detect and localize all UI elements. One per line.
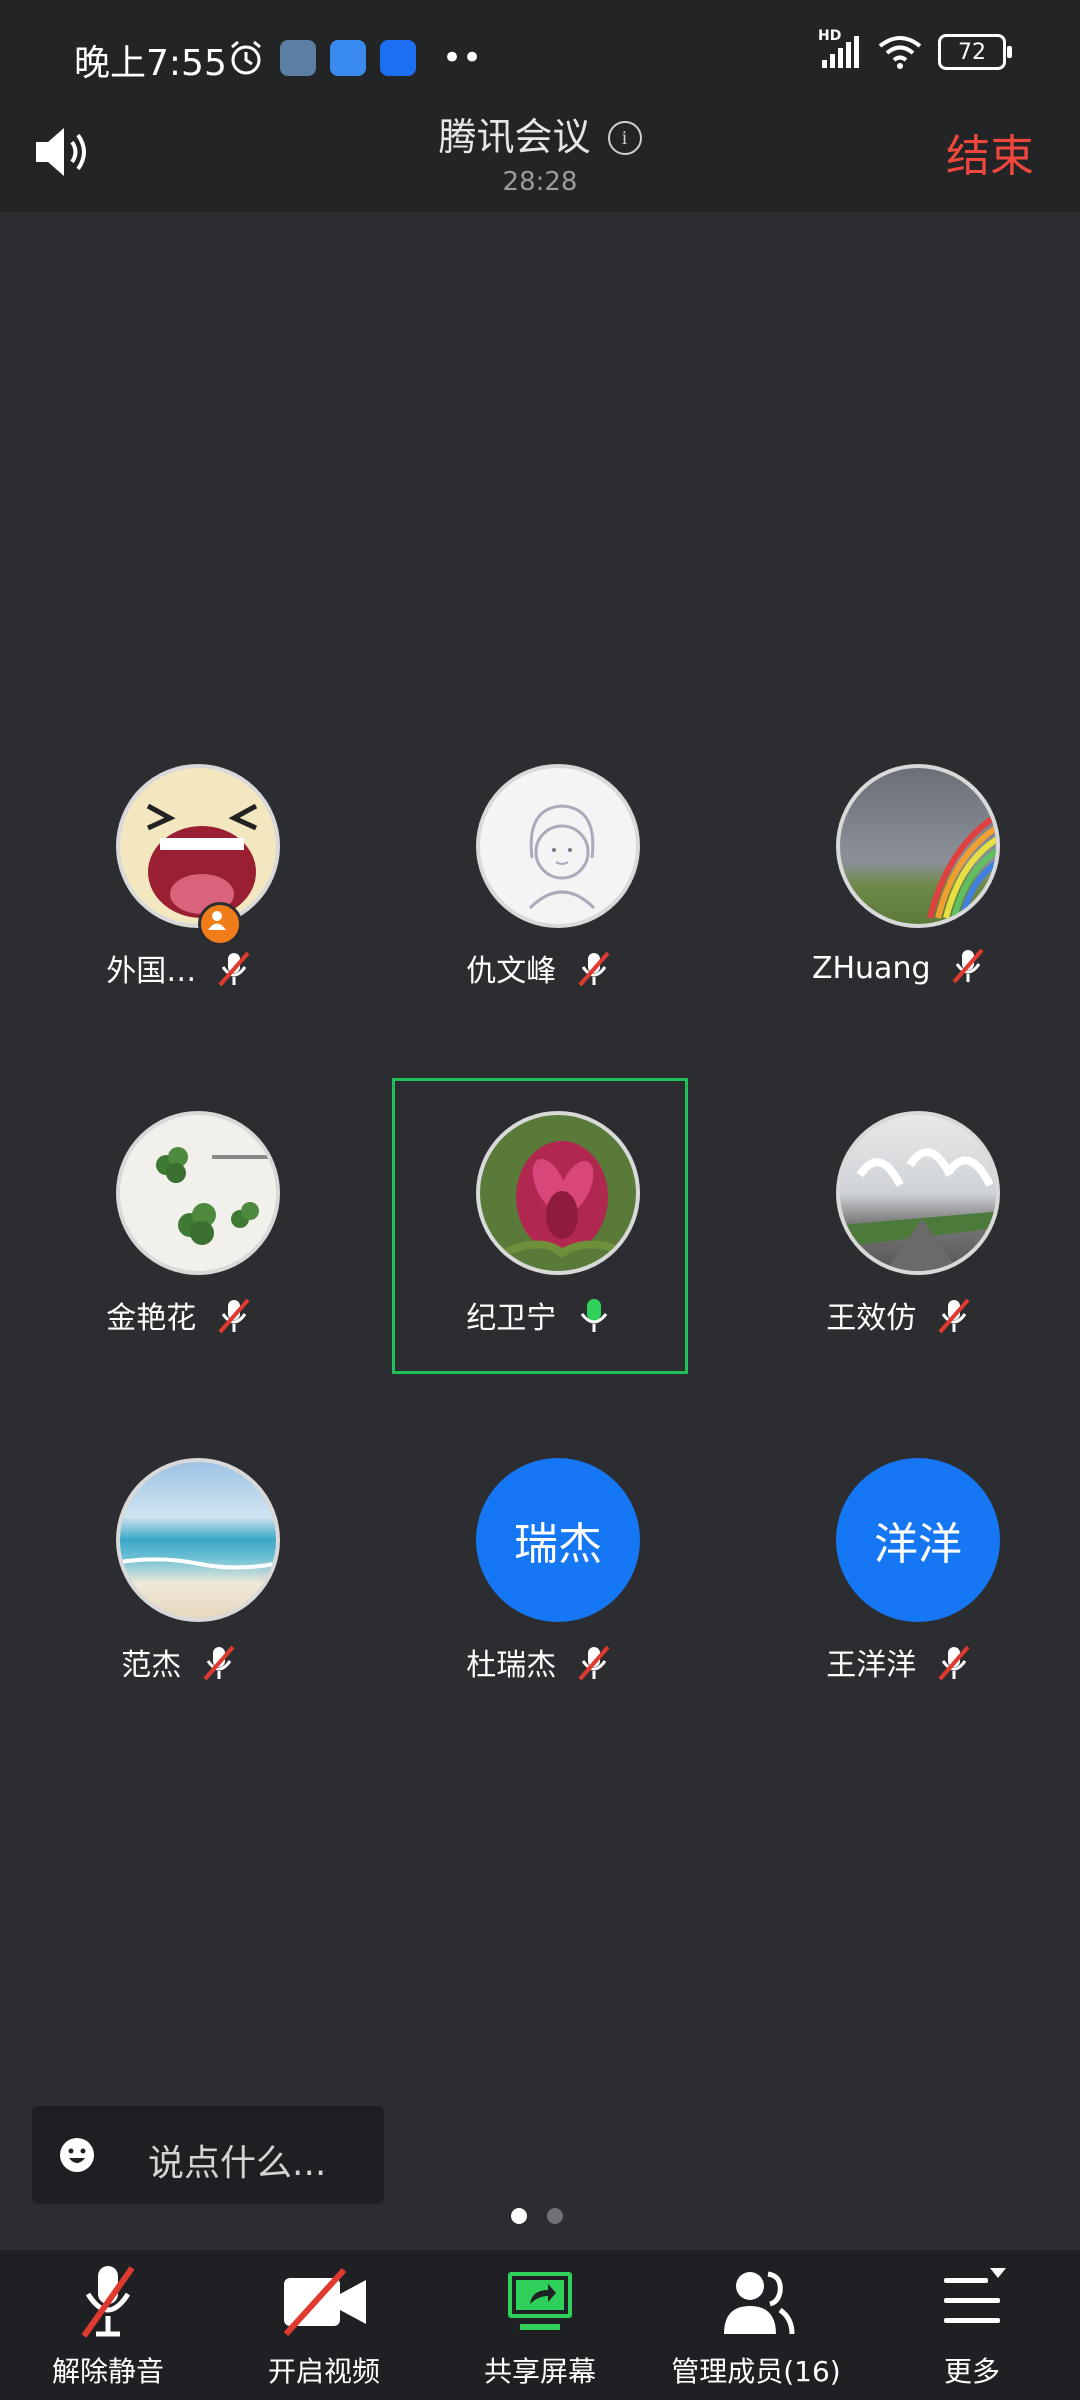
end-meeting-button[interactable]: 结束 bbox=[946, 120, 1034, 184]
mic-muted-icon bbox=[578, 951, 610, 987]
info-icon[interactable]: i bbox=[607, 121, 642, 155]
participant-name: 金艳花 bbox=[106, 1301, 197, 1336]
settings-app-icon bbox=[280, 40, 316, 76]
page-indicator bbox=[511, 2208, 563, 2224]
avatar bbox=[836, 764, 1000, 928]
participant-name: 杜瑞杰 bbox=[466, 1648, 557, 1683]
mic-muted-icon bbox=[218, 1298, 250, 1334]
start-video-button[interactable]: 开启视频 bbox=[216, 2262, 432, 2390]
meeting-duration: 28:28 bbox=[502, 167, 578, 197]
participant-tile[interactable]: 范杰 bbox=[0, 1454, 360, 1784]
meeting-app-icon bbox=[380, 40, 416, 76]
rainbow-photo-icon bbox=[927, 812, 996, 919]
participant-tile[interactable]: 金艳花 bbox=[0, 1107, 360, 1437]
status-bar: 晚上7:55 •• HD 72 bbox=[0, 0, 1080, 110]
mic-muted-icon bbox=[218, 951, 250, 987]
mic-muted-icon bbox=[952, 948, 984, 984]
camera-off-icon bbox=[283, 2267, 366, 2337]
mic-muted-icon bbox=[578, 1645, 610, 1681]
mic-muted-icon bbox=[938, 1645, 970, 1681]
participant-tile[interactable]: 仇文峰 bbox=[360, 760, 720, 1090]
participant-name: 纪卫宁 bbox=[466, 1301, 557, 1336]
chat-input[interactable]: 说点什么... bbox=[32, 2106, 384, 2204]
participant-grid: 外国… 仇文峰 ZHuang 金艳花 纪卫宁 王效仿 范杰 瑞杰 杜瑞杰 洋洋 … bbox=[0, 760, 1080, 1710]
more-notifications-icon: •• bbox=[442, 38, 483, 78]
flower-photo-icon bbox=[498, 1141, 632, 1259]
mic-muted-icon bbox=[81, 2266, 135, 2338]
cartoon-girl-icon bbox=[528, 804, 596, 910]
share-screen-button[interactable]: 共享屏幕 bbox=[432, 2262, 648, 2390]
clover-photo-icon bbox=[156, 1147, 268, 1245]
manage-members-button[interactable]: 管理成员(16) bbox=[648, 2262, 864, 2390]
participant-tile[interactable]: 王效仿 bbox=[720, 1107, 1080, 1437]
beach-photo-icon bbox=[120, 1557, 276, 1570]
members-icon bbox=[724, 2271, 795, 2335]
avatar bbox=[836, 1111, 1000, 1275]
avatar-initials: 瑞杰 bbox=[476, 1458, 640, 1622]
share-screen-icon bbox=[508, 2272, 572, 2330]
page-dot-active[interactable] bbox=[511, 2208, 527, 2224]
chat-placeholder[interactable]: 说点什么... bbox=[148, 2134, 326, 2186]
more-button[interactable]: 更多 bbox=[864, 2262, 1080, 2390]
avatar bbox=[476, 1111, 640, 1275]
participant-name: ZHuang bbox=[811, 951, 931, 986]
avatar-initials: 洋洋 bbox=[836, 1458, 1000, 1622]
page-dot[interactable] bbox=[547, 2208, 563, 2224]
participant-name: 王洋洋 bbox=[826, 1648, 917, 1683]
more-menu-icon bbox=[944, 2268, 1006, 2323]
emoji-icon[interactable] bbox=[58, 2136, 96, 2174]
laughing-face-icon bbox=[146, 803, 258, 918]
host-badge bbox=[198, 902, 242, 946]
participant-tile[interactable]: 瑞杰 杜瑞杰 bbox=[360, 1454, 720, 1784]
signal-icon: HD bbox=[818, 28, 862, 70]
participant-name: 外国… bbox=[106, 954, 197, 989]
mic-muted-icon bbox=[938, 1298, 970, 1334]
meeting-title[interactable]: 腾讯会议 bbox=[438, 115, 590, 159]
avatar bbox=[116, 1458, 280, 1622]
participant-tile[interactable]: ZHuang bbox=[720, 760, 1080, 1090]
tree-road-photo-icon bbox=[840, 1148, 996, 1271]
avatar bbox=[476, 764, 640, 928]
unmute-button[interactable]: 解除静音 bbox=[0, 2262, 216, 2390]
participant-name: 仇文峰 bbox=[466, 954, 557, 989]
mic-active-icon bbox=[580, 1299, 607, 1332]
mic-muted-icon bbox=[203, 1645, 235, 1681]
alarm-icon bbox=[231, 40, 261, 75]
calendar-app-icon bbox=[330, 40, 366, 76]
status-time: 晚上7:55 bbox=[74, 43, 227, 84]
avatar bbox=[116, 1111, 280, 1275]
wifi-icon bbox=[878, 36, 922, 69]
participant-name: 王效仿 bbox=[826, 1301, 917, 1336]
participant-tile[interactable]: 洋洋 王洋洋 bbox=[720, 1454, 1080, 1784]
meeting-header: 腾讯会议 i 28:28 结束 bbox=[0, 100, 1080, 212]
avatar bbox=[116, 764, 280, 928]
participant-tile[interactable]: 纪卫宁 bbox=[360, 1107, 720, 1437]
participant-name: 范杰 bbox=[121, 1648, 182, 1683]
battery-indicator: 72 bbox=[938, 34, 1012, 70]
bottom-toolbar: 解除静音 开启视频 共享屏幕 管理成员(16) 更多 bbox=[0, 2250, 1080, 2400]
participant-tile[interactable]: 外国… bbox=[0, 760, 360, 1090]
